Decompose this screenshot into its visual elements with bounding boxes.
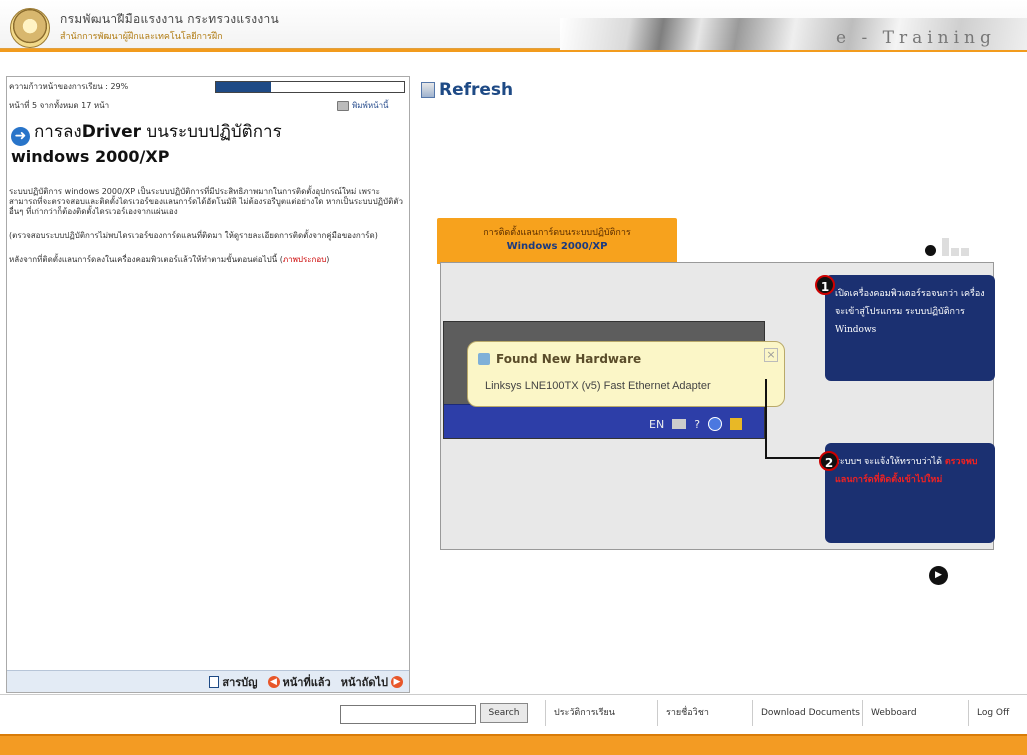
- system-tray: EN ?: [649, 417, 743, 431]
- search-button[interactable]: Search: [480, 703, 528, 723]
- refresh-button[interactable]: Refresh: [421, 80, 513, 100]
- prev-page-button[interactable]: ◀ หน้าที่แล้ว: [267, 673, 331, 691]
- bottom-accent-bar: [0, 734, 1027, 755]
- illustration-link[interactable]: ภาพประกอบ: [283, 255, 326, 264]
- nav-webboard[interactable]: Webboard: [862, 700, 925, 726]
- step1-text: เปิดเครื่องคอมพิวเตอร์รอจนกว่า เครื่องจะ…: [835, 289, 985, 335]
- balloon-text: Linksys LNE100TX (v5) Fast Ethernet Adap…: [485, 380, 711, 392]
- keyboard-icon: [672, 419, 687, 429]
- step2-callout: ระบบฯ จะแจ้งให้ทราบว่าได้ ตรวจพบแลนการ์ด…: [825, 443, 995, 543]
- pager-bar-1: [942, 238, 949, 256]
- nav-study-history[interactable]: ประวัติการเรียน: [545, 700, 623, 726]
- para3-text: หลังจากที่ติดตั้งแลนการ์ดลงในเครื่องคอมพ…: [9, 255, 283, 264]
- contents-icon: [209, 675, 220, 688]
- slide-pager: [925, 238, 969, 256]
- step1-callout: เปิดเครื่องคอมพิวเตอร์รอจนกว่า เครื่องจะ…: [825, 275, 995, 381]
- title-rest: บนระบบปฏิบัติการ: [141, 122, 282, 142]
- org-subtitle: สำนักการพัฒนาผู้ฝึกและเทคโนโลยีการฝึก: [60, 32, 223, 42]
- title-line2: windows 2000/XP: [11, 147, 170, 166]
- progress-bar: [215, 81, 405, 93]
- nav-download-documents[interactable]: Download Documents: [752, 700, 868, 726]
- prev-label: หน้าที่แล้ว: [282, 675, 331, 689]
- print-page-link[interactable]: พิมพ์หน้านี้: [337, 99, 389, 112]
- title-prefix: การลง: [34, 122, 82, 142]
- pager-bar-3: [961, 248, 969, 256]
- balloon-title: Found New Hardware: [496, 352, 642, 366]
- step1-number: 1: [815, 275, 835, 295]
- arrow-right-icon: ➜: [11, 127, 30, 146]
- etraining-banner-text: e - Training: [836, 28, 996, 48]
- tray-lang: EN: [649, 417, 665, 431]
- lesson-paragraph-3: หลังจากที่ติดตั้งแลนการ์ดลงในเครื่องคอมพ…: [9, 255, 405, 265]
- contents-button[interactable]: สารบัญ: [209, 673, 258, 691]
- next-label: หน้าถัดไป: [340, 675, 388, 689]
- progress-fill: [216, 82, 271, 92]
- tray-arrow-icon: ?: [694, 417, 701, 431]
- lesson-paragraph-1: ระบบปฏิบัติการ windows 2000/XP เป็นระบบป…: [9, 187, 404, 216]
- next-page-button[interactable]: หน้าถัดไป ▶: [341, 673, 403, 691]
- pointer-line-horizontal: [765, 457, 821, 459]
- close-icon: ×: [764, 348, 778, 362]
- lesson-title: ➜ การลงDriver บนระบบปฏิบัติการ windows 20…: [11, 121, 407, 168]
- org-seal-logo: [10, 8, 50, 48]
- printer-icon: [337, 100, 349, 111]
- contents-label: สารบัญ: [222, 675, 258, 689]
- pager-current-dot-icon[interactable]: [925, 245, 936, 256]
- slide-tab-line1: การติดตั้งแลนการ์ดบนระบบปฏิบัติการ: [483, 228, 631, 238]
- pager-bar-2: [951, 248, 959, 256]
- nav-log-off[interactable]: Log Off: [968, 700, 1017, 726]
- slide-title-tab: การติดตั้งแลนการ์ดบนระบบปฏิบัติการ Windo…: [437, 218, 677, 264]
- pointer-line-vertical: [765, 379, 767, 459]
- lesson-paragraph-2: (ตรวจสอบระบบปฏิบัติการไม่พบไดรเวอร์ของกา…: [9, 231, 378, 240]
- print-page-label: พิมพ์หน้านี้: [352, 101, 389, 110]
- refresh-label: Refresh: [439, 80, 514, 100]
- refresh-icon: [421, 82, 435, 98]
- found-new-hardware-balloon: Found New Hardware Linksys LNE100TX (v5)…: [467, 341, 785, 407]
- network-icon: [708, 417, 723, 431]
- next-arrow-icon: ▶: [391, 675, 403, 688]
- hardware-icon: [478, 353, 490, 365]
- tray-app-icon: [730, 418, 743, 430]
- step2-number: 2: [819, 451, 839, 471]
- header: กรมพัฒนาฝีมือแรงงาน กระทรวงแรงงาน สำนักก…: [0, 0, 1027, 52]
- search-input[interactable]: [340, 705, 476, 724]
- slide-image: Found New Hardware Linksys LNE100TX (v5)…: [440, 262, 995, 550]
- org-name: กรมพัฒนาฝีมือแรงงาน กระทรวงแรงงาน: [60, 12, 280, 26]
- slide-tab-line2: Windows 2000/XP: [506, 241, 608, 252]
- page-info: หน้าที่ 5 จากทั้งหมด 17 หน้า: [9, 101, 110, 110]
- title-bold: Driver: [81, 122, 142, 142]
- nav-course-list[interactable]: รายชื่อวิชา: [657, 700, 717, 726]
- lesson-panel: ความก้าวหน้าของการเรียน : 29% หน้าที่ 5 …: [6, 76, 410, 693]
- lesson-nav-bar: สารบัญ ◀ หน้าที่แล้ว หน้าถัดไป ▶: [7, 670, 409, 692]
- progress-label: ความก้าวหน้าของการเรียน : 29%: [9, 82, 129, 91]
- para3-end: ): [326, 255, 330, 264]
- prev-arrow-icon: ◀: [267, 675, 280, 688]
- step2-text: ระบบฯ จะแจ้งให้ทราบว่าได้: [835, 457, 942, 467]
- play-next-icon[interactable]: ▶: [929, 566, 948, 585]
